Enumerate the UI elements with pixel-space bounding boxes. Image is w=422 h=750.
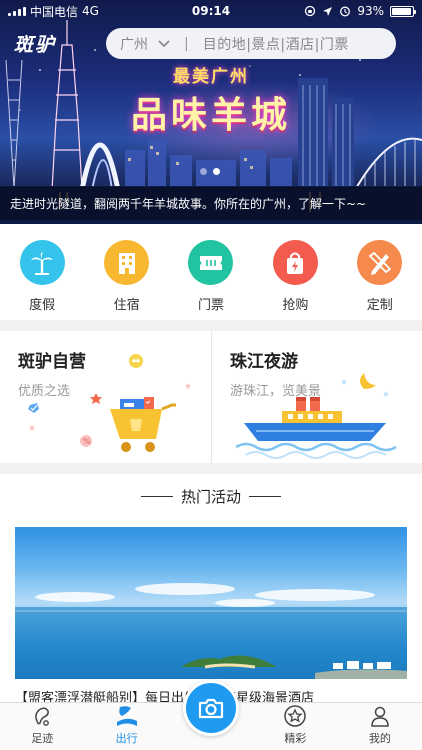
location-icon (323, 6, 333, 16)
feature-river-cruise[interactable]: 珠江夜游 游珠江，览美景 (211, 331, 422, 463)
tab-footprint[interactable]: 足迹 (0, 703, 84, 750)
status-right: 93% (304, 4, 416, 18)
tab-mine[interactable]: 我的 (338, 703, 422, 750)
building-icon (104, 240, 150, 285)
shopping-bag-icon (272, 240, 318, 285)
feature-self-operated[interactable]: 斑驴自营 优质之选 % (0, 331, 211, 463)
city-name: 广州 (120, 36, 148, 53)
camera-button[interactable] (183, 680, 239, 736)
section-heading: 热门活动 (0, 474, 422, 507)
feature-cards: 斑驴自营 优质之选 % 珠江夜游 游珠江，览美景 (0, 331, 422, 463)
carousel-dot[interactable] (200, 168, 207, 175)
rotation-lock-icon (305, 5, 316, 17)
app-logo[interactable]: 斑驴 (14, 30, 56, 57)
category-vacation[interactable]: 度假 (11, 240, 73, 320)
camera-icon (198, 698, 224, 719)
home-screen: 最美广州 品味羊城 走进时光隧道，翻阅两千年羊城故事。你所在的广州，了解一下~~… (0, 0, 422, 750)
hot-activities-section: 热门活动 【盟客漂浮潜艇船别】每日出发：选四星级海景酒店 (0, 474, 422, 706)
tab-label: 出行 (115, 732, 138, 745)
carrier-info: 中国电信 4G (8, 3, 99, 20)
star-icon (284, 705, 307, 727)
city-selector[interactable]: 广州 (120, 34, 170, 54)
svg-text:%: % (83, 437, 91, 446)
carrier-name: 中国电信 (30, 4, 79, 19)
battery-percent: 93% (357, 4, 384, 18)
banner-slogan-top: 最美广州 (173, 67, 249, 87)
search-input[interactable]: 目的地|景点|酒店|门票 (203, 34, 349, 54)
category-grid: 度假 住宿 门票 抢购 定制 (0, 224, 422, 320)
category-label: 定制 (366, 298, 393, 313)
signal-icon (8, 6, 26, 16)
network-type: 4G (82, 4, 99, 18)
category-flash-sale[interactable]: 抢购 (264, 240, 326, 320)
carousel-dot-active[interactable] (213, 168, 220, 175)
banner-slogan-main: 品味羊城 (130, 94, 291, 136)
palm-tree-icon (19, 240, 65, 285)
alarm-icon (340, 6, 351, 17)
category-lodging[interactable]: 住宿 (96, 240, 158, 320)
category-label: 门票 (197, 298, 224, 313)
carousel-indicator[interactable] (200, 168, 220, 175)
heading-line-left (140, 496, 173, 497)
tab-label: 我的 (368, 732, 391, 745)
cruise-ship-illustration (236, 373, 397, 459)
battery-icon (390, 5, 416, 17)
search-bar[interactable]: 广州 | 目的地|景点|酒店|门票 (106, 28, 396, 59)
user-icon (371, 706, 389, 727)
heading-line-right (249, 496, 281, 497)
pencil-ruler-icon (357, 240, 403, 285)
category-custom[interactable]: 定制 (349, 240, 411, 320)
section-title: 热门活动 (180, 488, 241, 506)
category-label: 度假 (29, 298, 56, 313)
tab-label: 足迹 (31, 732, 54, 745)
travel-icon (116, 706, 137, 726)
ticket-icon (188, 240, 234, 285)
tab-travel[interactable]: 出行 (84, 703, 168, 750)
category-label: 住宿 (113, 298, 140, 313)
search-divider: | (184, 35, 189, 52)
footprint-icon (35, 707, 50, 726)
shopping-cart-illustration: % (28, 354, 191, 452)
seascape-illustration (15, 583, 407, 679)
tab-label: 精彩 (284, 732, 307, 745)
category-label: 抢购 (282, 298, 309, 313)
chevron-down-icon (158, 39, 170, 47)
status-bar: 中国电信 4G 09:14 93% (0, 0, 422, 22)
banner-caption[interactable]: 走进时光隧道，翻阅两千年羊城故事。你所在的广州，了解一下~~ (0, 187, 422, 220)
activity-banner-image[interactable] (15, 527, 407, 679)
tab-highlights[interactable]: 精彩 (253, 703, 337, 750)
category-tickets[interactable]: 门票 (180, 240, 242, 320)
